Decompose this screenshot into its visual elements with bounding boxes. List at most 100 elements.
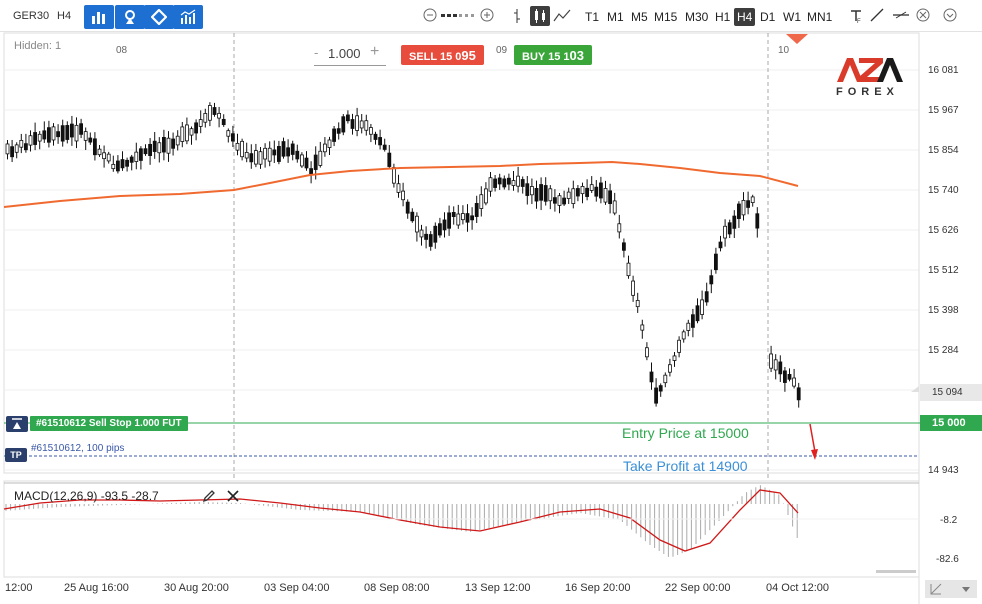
pencil-icon[interactable]: [202, 489, 216, 503]
candle-body: [396, 183, 401, 193]
price-chart[interactable]: [0, 32, 982, 604]
candle-body: [290, 143, 295, 155]
top-date-08: 08: [116, 45, 128, 56]
candle-body: [276, 146, 281, 162]
chevron-down-icon[interactable]: [943, 8, 957, 22]
tf-m5[interactable]: M5: [631, 10, 648, 24]
tf-m15[interactable]: M15: [654, 10, 677, 24]
candle-body: [387, 152, 392, 167]
candle-body: [691, 314, 695, 328]
candle-body: [681, 331, 686, 340]
trendline-icon[interactable]: [870, 8, 884, 22]
tf-m30[interactable]: M30: [685, 10, 708, 24]
x-axis-label: 08 Sep 08:00: [364, 582, 430, 594]
candle-body: [502, 178, 507, 188]
bar-type-icon[interactable]: [512, 8, 522, 24]
entry-price-annotation: Entry Price at 15000: [622, 425, 749, 441]
candles-icon[interactable]: [530, 6, 550, 26]
tf-h4[interactable]: H4: [734, 8, 756, 26]
candle-body: [778, 361, 783, 375]
candle-body: [668, 364, 672, 373]
x-axis-label: 13 Sep 12:00: [465, 582, 531, 594]
tf-d1[interactable]: D1: [760, 10, 775, 24]
candle-body: [769, 353, 773, 369]
candle-body: [309, 168, 314, 175]
candle-body: [516, 175, 520, 187]
zoom-slider-icon[interactable]: [441, 14, 477, 18]
current-price-tag: 15 094: [920, 384, 982, 401]
tp-icon[interactable]: TP: [5, 448, 27, 462]
candle-body: [364, 120, 369, 131]
pending-order-tag[interactable]: #61510612 Sell Stop 1.000 FUT: [30, 416, 188, 431]
x-axis-label: 16 Sep 20:00: [565, 582, 631, 594]
candle-body: [539, 184, 543, 201]
candle-body: [787, 374, 792, 380]
price-tick: 16 081: [928, 65, 959, 76]
candle-body: [718, 241, 723, 249]
candle-body: [166, 137, 171, 154]
chart-type-button[interactable]: [84, 5, 114, 29]
candle-body: [83, 131, 88, 141]
tf-w1[interactable]: W1: [783, 10, 801, 24]
candle-body: [116, 160, 120, 172]
horizontal-line-icon[interactable]: [893, 8, 909, 22]
close-chart-icon[interactable]: [916, 8, 930, 22]
order-icon[interactable]: [6, 416, 28, 432]
crosshair-button[interactable]: [115, 5, 145, 29]
symbol-label[interactable]: GER30: [13, 10, 49, 22]
quantity-plus-button[interactable]: +: [370, 43, 379, 61]
timeframe-label[interactable]: H4: [57, 10, 71, 22]
entry-price-tag[interactable]: 15 000: [920, 415, 982, 431]
candle-body: [327, 139, 332, 148]
candle-body: [106, 153, 111, 162]
sell-button[interactable]: SELL 15 095: [401, 45, 484, 65]
candle-body: [557, 195, 562, 206]
drawing-button[interactable]: [144, 5, 174, 29]
candle-body: [148, 143, 153, 156]
sell-label: SELL: [409, 51, 437, 63]
scroll-handle[interactable]: [876, 570, 916, 573]
candle-body: [74, 124, 79, 142]
candle-body: [622, 242, 626, 251]
candle-body: [313, 154, 318, 170]
candle-body: [796, 387, 801, 401]
tf-m1[interactable]: M1: [607, 10, 624, 24]
candle-body: [566, 191, 571, 199]
close-icon[interactable]: [226, 489, 240, 503]
hidden-objects-label[interactable]: Hidden: 1: [14, 40, 61, 52]
candle-body: [470, 215, 475, 221]
candle-body: [493, 178, 498, 188]
line-chart-icon[interactable]: [553, 8, 571, 24]
take-profit-label[interactable]: #61510612, 100 pips: [31, 443, 124, 454]
candle-body: [341, 116, 346, 133]
candle-body: [88, 137, 93, 143]
quantity-value[interactable]: 1.000: [328, 46, 361, 61]
price-tick: 15 854: [928, 145, 959, 156]
candle-body: [295, 150, 300, 160]
candle-body: [488, 177, 493, 192]
candle-body: [60, 125, 65, 142]
candle-body: [240, 140, 245, 158]
tf-mn1[interactable]: MN1: [807, 10, 832, 24]
zoom-in-icon[interactable]: [480, 8, 494, 22]
indicators-button[interactable]: [173, 5, 203, 29]
candle-body: [672, 355, 677, 361]
x-axis-label: 25 Aug 16:00: [64, 582, 129, 594]
candle-body: [437, 223, 442, 236]
candle-body: [741, 199, 746, 216]
zoom-out-icon[interactable]: [423, 8, 437, 22]
tf-h1[interactable]: H1: [715, 10, 730, 24]
buy-button[interactable]: BUY 15 103: [514, 45, 592, 65]
candle-body: [534, 188, 539, 202]
candle-body: [152, 140, 157, 152]
candle-body: [318, 150, 323, 166]
x-axis-label: 04 Oct 12:00: [766, 582, 829, 594]
tf-t1[interactable]: T1: [585, 10, 599, 24]
candle-body: [97, 148, 102, 156]
quantity-minus-button[interactable]: -: [314, 45, 318, 60]
font-icon[interactable]: F: [849, 8, 863, 24]
candle-body: [157, 142, 162, 154]
scale-button[interactable]: [925, 580, 977, 598]
candle-body: [111, 163, 116, 170]
svg-text:F: F: [857, 19, 861, 24]
